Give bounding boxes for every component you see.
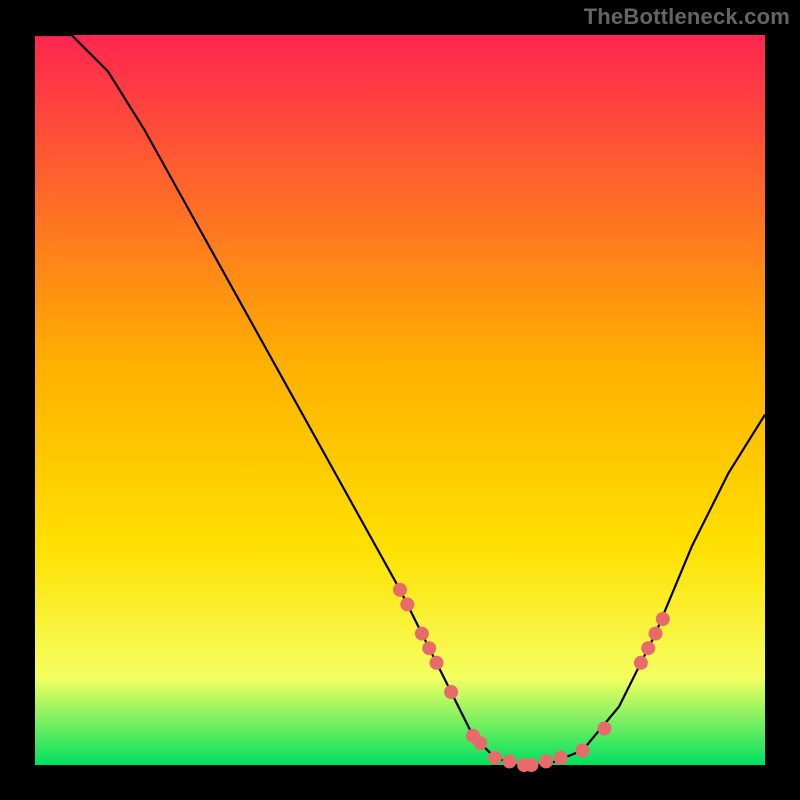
data-point	[400, 597, 414, 611]
bottleneck-chart	[0, 0, 800, 800]
data-point	[503, 754, 517, 768]
data-point	[488, 751, 502, 765]
gradient-background	[35, 35, 765, 765]
data-point	[656, 612, 670, 626]
data-point	[576, 743, 590, 757]
data-point	[422, 641, 436, 655]
chart-container: { "attribution": "TheBottleneck.com", "c…	[0, 0, 800, 800]
data-point	[649, 627, 663, 641]
attribution-text: TheBottleneck.com	[584, 4, 790, 30]
data-point	[473, 736, 487, 750]
data-point	[444, 685, 458, 699]
data-point	[641, 641, 655, 655]
data-point	[634, 656, 648, 670]
data-point	[430, 656, 444, 670]
data-point	[524, 758, 538, 772]
data-point	[539, 754, 553, 768]
data-point	[393, 583, 407, 597]
data-point	[597, 722, 611, 736]
data-point	[554, 751, 568, 765]
data-point	[415, 627, 429, 641]
